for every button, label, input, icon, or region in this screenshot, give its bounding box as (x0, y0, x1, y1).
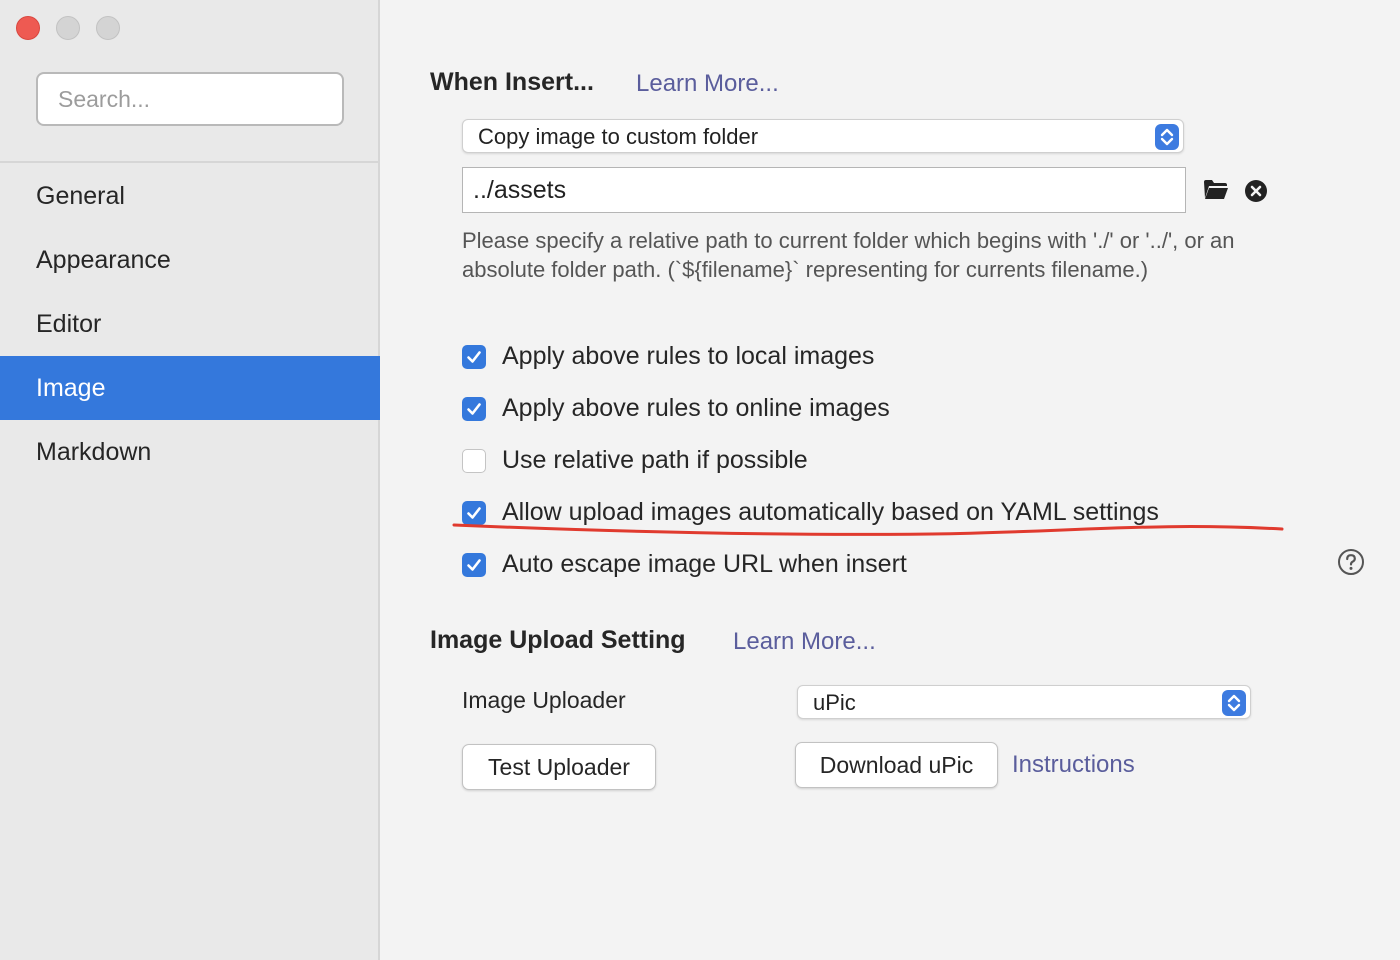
option-online-images[interactable]: Apply above rules to online images (462, 394, 890, 423)
folder-icon[interactable] (1203, 178, 1229, 207)
red-annotation-underline (452, 523, 1284, 536)
option-label: Apply above rules to local images (502, 342, 875, 370)
option-local-images[interactable]: Apply above rules to local images (462, 342, 874, 371)
sidebar-item-image[interactable]: Image (0, 356, 380, 420)
when-insert-learn-more-link[interactable]: Learn More... (636, 70, 779, 98)
preferences-window: General Appearance Editor Image Markdown… (0, 0, 1400, 960)
image-uploader-select[interactable]: uPic (797, 685, 1251, 719)
sidebar-item-editor[interactable]: Editor (0, 292, 380, 356)
option-auto-escape[interactable]: Auto escape image URL when insert (462, 550, 907, 579)
checkbox-unchecked-icon[interactable] (462, 448, 486, 473)
path-help-text: Please specify a relative path to curren… (462, 228, 1235, 282)
download-upic-button[interactable]: Download uPic (795, 742, 998, 788)
image-uploader-label: Image Uploader (462, 687, 626, 713)
sidebar-item-general[interactable]: General (0, 164, 380, 228)
search-input[interactable] (36, 72, 344, 126)
option-label: Auto escape image URL when insert (502, 550, 907, 578)
custom-folder-path-input[interactable] (462, 167, 1186, 213)
checkbox-checked-icon[interactable] (462, 552, 486, 577)
upload-setting-title: Image Upload Setting (430, 626, 686, 654)
minimize-window-button[interactable] (56, 16, 80, 40)
select-stepper-icon (1155, 124, 1179, 150)
help-question-icon[interactable] (1337, 548, 1365, 581)
window-controls (16, 16, 120, 40)
sidebar-item-markdown[interactable]: Markdown (0, 420, 380, 484)
insert-action-select[interactable]: Copy image to custom folder (462, 119, 1184, 153)
when-insert-title: When Insert... (430, 68, 594, 96)
sidebar-divider (0, 161, 380, 163)
upload-learn-more-link[interactable]: Learn More... (733, 628, 876, 656)
settings-panel: When Insert... Learn More... Copy image … (382, 0, 1400, 960)
insert-action-value: Copy image to custom folder (478, 124, 759, 149)
sidebar-nav: General Appearance Editor Image Markdown (0, 164, 380, 484)
test-uploader-button[interactable]: Test Uploader (462, 744, 656, 790)
option-label: Apply above rules to online images (502, 394, 890, 422)
sidebar-item-appearance[interactable]: Appearance (0, 228, 380, 292)
image-uploader-value: uPic (813, 690, 856, 715)
clear-icon[interactable] (1244, 179, 1268, 208)
sidebar: General Appearance Editor Image Markdown (0, 0, 380, 960)
instructions-link[interactable]: Instructions (1012, 751, 1135, 779)
zoom-window-button[interactable] (96, 16, 120, 40)
checkbox-checked-icon[interactable] (462, 396, 486, 421)
select-stepper-icon (1222, 690, 1246, 716)
close-window-button[interactable] (16, 16, 40, 40)
checkbox-checked-icon[interactable] (462, 344, 486, 369)
option-label: Use relative path if possible (502, 446, 808, 474)
option-relative-path[interactable]: Use relative path if possible (462, 446, 808, 475)
